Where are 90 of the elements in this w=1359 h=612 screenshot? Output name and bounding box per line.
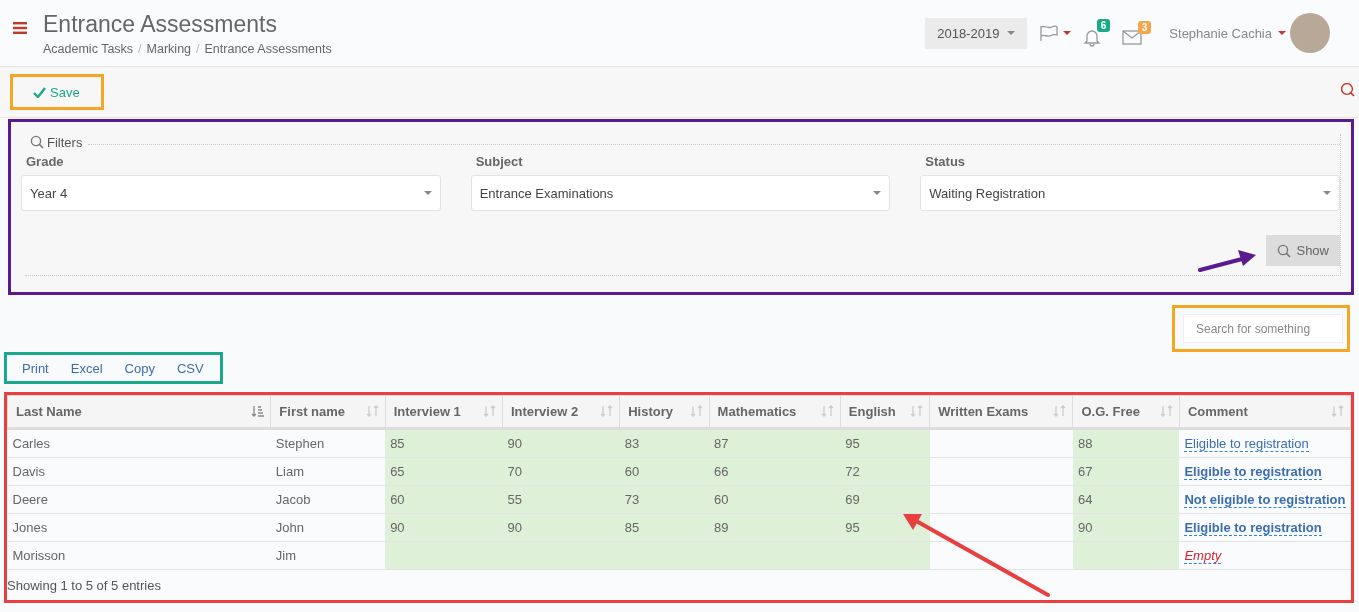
breadcrumb-separator: / xyxy=(138,42,142,56)
table-cell: Morisson xyxy=(7,541,271,570)
table-cell: 55 xyxy=(502,485,620,514)
sort-icon[interactable] xyxy=(1331,405,1344,418)
avatar-photo-placeholder[interactable] xyxy=(1290,13,1330,53)
table-cell: 85 xyxy=(385,428,503,458)
comment-link[interactable]: Eligible to registration xyxy=(1184,464,1322,480)
table-cell: 72 xyxy=(840,457,930,486)
table-cell: 85 xyxy=(619,513,710,542)
check-icon xyxy=(33,86,46,98)
sort-icon[interactable] xyxy=(820,405,834,418)
table-cell: 90 xyxy=(502,513,620,542)
column-header[interactable]: History xyxy=(619,395,710,429)
table-cell: 66 xyxy=(709,457,841,486)
table-cell: Davis xyxy=(7,457,271,486)
annotation-arrow xyxy=(1198,250,1256,272)
sort-icon[interactable] xyxy=(910,405,924,418)
menu-icon[interactable] xyxy=(13,22,27,34)
sort-icon[interactable] xyxy=(600,405,614,418)
comment-link[interactable]: Eligible to registration xyxy=(1184,520,1322,536)
notifications-button[interactable]: 6 xyxy=(1083,19,1111,47)
filters-legend: Filters xyxy=(47,134,83,150)
table-cell: 89 xyxy=(709,513,841,542)
sort-icon[interactable] xyxy=(482,405,496,418)
sort-icon[interactable] xyxy=(689,405,703,418)
table-cell: Deere xyxy=(7,485,271,514)
column-header[interactable]: First name xyxy=(270,395,386,429)
flag-icon xyxy=(1039,24,1060,42)
page-title: Entrance Assessments xyxy=(43,10,278,38)
envelope-icon xyxy=(1122,30,1143,45)
comment-link[interactable]: Empty xyxy=(1184,548,1222,564)
sort-icon[interactable] xyxy=(1053,405,1067,418)
search-field[interactable]: Search for something xyxy=(1183,314,1343,343)
bell-icon xyxy=(1083,28,1102,47)
year-dropdown[interactable]: 2018-2019 xyxy=(925,17,1028,49)
export-button[interactable]: CSV xyxy=(165,360,215,376)
flag-menu-button[interactable] xyxy=(1039,24,1072,42)
message-count-badge: 3 xyxy=(1137,21,1152,34)
table-cell: 70 xyxy=(502,457,620,486)
column-header[interactable]: English xyxy=(840,395,930,429)
table-cell: 67 xyxy=(1073,457,1180,486)
table-cell: 95 xyxy=(840,428,930,458)
dropdown-field[interactable]: Waiting Registration xyxy=(920,175,1340,211)
user-menu[interactable]: Stephanie Cachia xyxy=(1169,25,1286,41)
table-cell: 60 xyxy=(385,485,503,514)
column-header[interactable]: Written Exams xyxy=(929,395,1073,429)
column-header[interactable]: Comment xyxy=(1179,395,1351,429)
table-cell: 60 xyxy=(619,457,710,486)
column-header[interactable]: O.G. Free xyxy=(1073,395,1180,429)
notification-count-badge: 6 xyxy=(1096,19,1111,32)
export-button[interactable]: Excel xyxy=(59,360,114,376)
column-header[interactable]: Mathematics xyxy=(709,395,841,429)
table-cell: Carles xyxy=(7,428,271,458)
column-header[interactable]: Interview 1 xyxy=(385,395,503,429)
table-info: Showing 1 to 5 of 5 entries xyxy=(7,577,162,593)
search-icon xyxy=(1277,243,1292,258)
table-cell: 65 xyxy=(385,457,503,486)
export-button[interactable]: Print xyxy=(11,360,60,376)
table-cell: 87 xyxy=(709,428,841,458)
breadcrumb-separator: / xyxy=(196,42,200,56)
table-cell: 88 xyxy=(1073,428,1180,458)
sort-ascending-icon[interactable] xyxy=(251,405,265,418)
sort-icon[interactable] xyxy=(365,405,379,418)
field-label: Grade xyxy=(26,154,65,169)
save-button[interactable]: Save xyxy=(33,84,80,100)
breadcrumb-link[interactable]: Marking xyxy=(146,42,192,56)
table-cell: Jones xyxy=(7,513,271,542)
sort-icon[interactable] xyxy=(1159,405,1173,418)
search-icon xyxy=(30,135,44,149)
comment-link[interactable]: Eligible to registration xyxy=(1184,436,1309,452)
search-icon xyxy=(1341,83,1356,98)
breadcrumb-link[interactable]: Academic Tasks xyxy=(43,42,134,56)
table-cell: 69 xyxy=(840,485,930,514)
breadcrumb-link[interactable]: Entrance Assessments xyxy=(204,42,332,56)
column-header[interactable]: Last Name xyxy=(7,395,271,429)
table-cell: 90 xyxy=(1073,513,1180,542)
show-button[interactable]: Show xyxy=(1266,235,1340,266)
comment-link[interactable]: Not eligible to registration xyxy=(1184,492,1346,508)
table-cell: 90 xyxy=(502,428,620,458)
table-cell: 60 xyxy=(709,485,841,514)
dropdown-field[interactable]: Entrance Examinations xyxy=(470,175,891,211)
table-cell: 73 xyxy=(619,485,710,514)
table-cell: 90 xyxy=(385,513,503,542)
column-header[interactable]: Interview 2 xyxy=(502,395,620,429)
table-cell: 64 xyxy=(1073,485,1180,514)
table-cell: 83 xyxy=(619,428,710,458)
export-button[interactable]: Copy xyxy=(113,360,166,376)
dropdown-field[interactable]: Year 4 xyxy=(21,175,441,211)
field-label: Subject xyxy=(475,154,524,169)
field-label: Status xyxy=(925,154,967,169)
